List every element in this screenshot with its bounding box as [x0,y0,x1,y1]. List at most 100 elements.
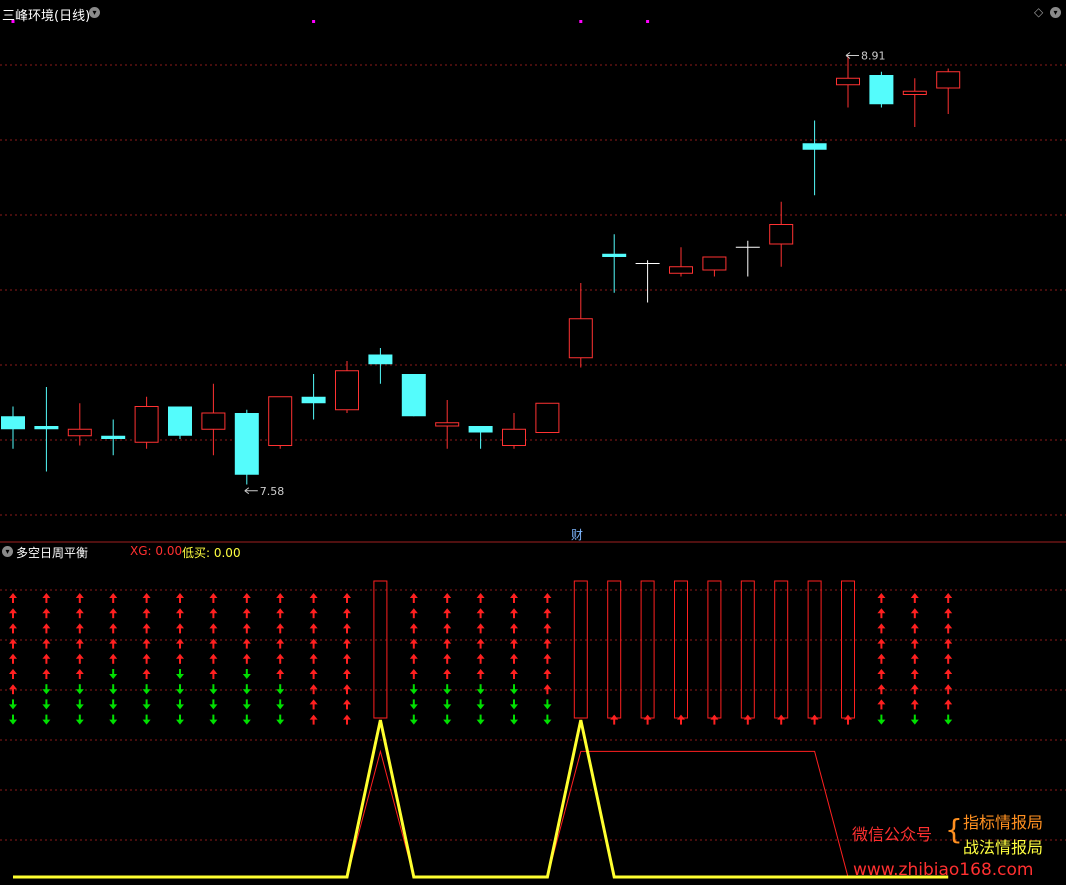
price-label: 8.91 [861,50,886,63]
candle [936,68,961,114]
arrow-head [75,638,84,644]
arrow-head [443,669,452,674]
arrow-head [910,653,919,659]
arrow-up-icon [443,608,452,619]
price-annotations: 8.91 7.58 [244,50,886,498]
candle-body [301,396,326,404]
arrow-up-icon [242,608,251,619]
arrow-head [109,593,118,598]
arrow-down-icon [75,699,84,710]
arrow-down-icon [543,699,552,710]
diamond-icon[interactable]: ◇ [1034,5,1043,19]
arrow-head [409,623,418,629]
arrow-up-icon [510,669,518,679]
arrow-down-icon [142,714,151,725]
arrow-up-icon [109,608,118,619]
arrow-head [510,719,518,725]
candle-body [1,416,25,430]
arrow-up-icon [276,669,285,679]
arrow-up-icon [877,669,886,679]
arrow-head [877,623,886,629]
arrow-down-icon [476,699,485,710]
arrow-up-icon [309,623,318,634]
candle-body [335,370,359,411]
finance-marker[interactable]: 财 [571,526,583,543]
arrow-up-icon [109,653,118,664]
arrow-head [510,704,518,710]
arrow-head [343,638,351,644]
arrow-head [42,593,51,598]
arrow-down-icon [276,699,285,710]
arrow-head [309,714,318,720]
chevron-down-icon[interactable]: ▾ [2,546,13,557]
arrow-up-icon [343,593,351,603]
arrow-down-icon [242,714,251,725]
candle-body [134,406,159,443]
arrow-head [343,623,351,629]
arrow-up-icon [42,638,51,649]
arrow-up-icon [176,638,184,649]
arrow-up-icon [476,623,485,634]
arrow-head [510,638,518,644]
price-label: 7.58 [260,485,285,498]
arrow-head [343,699,351,705]
arrow-head [510,669,518,674]
arrow-up-icon [543,653,552,664]
candle [535,402,560,433]
arrow-head [309,684,318,690]
candle-body [234,413,259,475]
candle-body [602,253,627,257]
arrow-down-icon [9,699,17,710]
arrow-head [343,608,351,614]
arrow-head [944,699,953,705]
arrow-head [510,608,518,614]
top-marker [579,20,583,23]
arrow-down-icon [209,714,218,725]
signal-bar [640,580,655,719]
candle-body [201,412,226,430]
arrow-head [877,638,886,644]
arrow-up-icon [242,593,251,603]
arrow-up-icon [142,593,151,603]
buy-value: 低买: 0.00 [182,546,241,560]
top-markers [11,20,650,23]
arrow-head [276,689,285,695]
arrow-head [910,608,919,614]
arrow-up-icon [443,669,452,679]
arrow-head [543,638,552,644]
chevron-down-icon[interactable]: ▾ [89,7,100,18]
arrow-up-icon [877,653,886,664]
candle [836,55,860,108]
arrow-up-icon [142,669,151,679]
candle-body [568,318,593,359]
sub-grid [0,589,1066,841]
arrow-head [944,684,953,690]
arrow-head [910,699,919,705]
arrow-up-icon [9,623,17,634]
arrow-head [9,593,17,598]
arrow-head [877,669,886,674]
arrow-up-icon [476,638,485,649]
chevron-down-icon[interactable]: ▾ [1050,7,1061,18]
arrow-up-icon [877,623,886,634]
arrow-head [476,704,485,710]
arrow-up-icon [610,714,619,725]
candle-body [802,143,827,150]
arrow-up-icon [343,699,351,710]
arrow-up-icon [209,623,218,634]
arrow-head [9,653,17,659]
arrow-head [42,689,51,695]
indicator-series [9,580,953,879]
watermark-brace: { [945,813,963,846]
arrow-head [443,638,452,644]
signal-bar [707,580,722,719]
arrow-head [476,623,485,629]
arrow-up-icon [443,653,452,664]
arrow-down-icon [42,714,51,725]
arrow-head [276,653,285,659]
arrow-head [42,608,51,614]
chart-canvas[interactable]: 8.91 7.58 [0,0,1066,885]
arrow-head [176,704,184,710]
candle [101,419,126,456]
candle [234,409,259,485]
